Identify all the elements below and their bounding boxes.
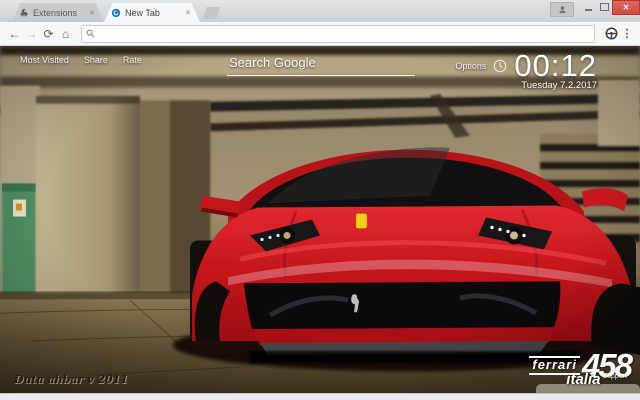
window-bottom-frame (0, 393, 640, 400)
ferrari-app-icon (111, 8, 121, 17)
close-icon: ✕ (622, 3, 630, 12)
window-controls: ✕ (550, 0, 640, 17)
minimize-button[interactable] (580, 0, 596, 14)
wallpaper-ferrari-garage (0, 46, 640, 393)
tab-extensions[interactable]: Extensions ✕ (12, 3, 104, 22)
new-tab-page: Most Visited Share Rate Options 00:12 Tu… (0, 46, 640, 393)
clock-time: 00:12 (514, 48, 597, 83)
close-window-button[interactable]: ✕ (612, 0, 640, 15)
tab-new-tab[interactable]: New Tab ✕ (104, 3, 200, 22)
clock-date: Tuesday 7.2.2017 (521, 80, 597, 91)
address-input[interactable] (95, 27, 590, 40)
profile-button[interactable] (550, 2, 574, 17)
most-visited-link[interactable]: Most Visited (20, 55, 69, 65)
extension-button[interactable] (602, 27, 620, 40)
rate-link[interactable]: Rate (123, 55, 142, 65)
steering-wheel-icon (605, 27, 617, 40)
wallpaper-watermark: Duta ahbar v 2011 (14, 373, 128, 386)
search-icon (86, 29, 95, 38)
minimize-icon (584, 9, 592, 11)
google-search-input[interactable] (227, 53, 415, 76)
home-button[interactable]: ⌂ (57, 28, 74, 40)
back-button[interactable]: ← (6, 28, 23, 40)
options-link[interactable]: Options (455, 61, 486, 71)
support-link[interactable]: Support (602, 373, 627, 380)
close-tab-icon[interactable]: ✕ (87, 8, 97, 18)
maximize-icon (599, 3, 609, 11)
menu-button[interactable]: ⋮ (620, 27, 634, 40)
tab-strip: Extensions ✕ New Tab ✕ ✕ (0, 0, 640, 22)
new-tab-button[interactable] (203, 7, 220, 19)
share-link[interactable]: Share (84, 55, 108, 65)
close-tab-icon[interactable]: ✕ (183, 8, 193, 18)
browser-window: Extensions ✕ New Tab ✕ ✕ ← → ⟳ ⌂ ⋮ Most … (0, 0, 640, 400)
forward-button[interactable]: → (23, 28, 40, 40)
tab-title: New Tab (125, 7, 160, 18)
clock-cluster: Options 00:12 (455, 50, 597, 81)
person-icon (558, 6, 566, 14)
browser-toolbar: ← → ⟳ ⌂ ⋮ (0, 22, 640, 46)
maximize-button[interactable] (596, 0, 612, 14)
reload-button[interactable]: ⟳ (40, 28, 57, 40)
address-bar[interactable] (81, 24, 595, 43)
clock-icon (494, 59, 507, 72)
logo-model: italia (566, 371, 601, 388)
theme-logo: ferrari 458 italia Support (529, 348, 633, 388)
newtab-quick-links: Most Visited Share Rate (20, 55, 142, 65)
tab-title: Extensions (33, 7, 78, 18)
puzzle-icon (20, 8, 28, 16)
